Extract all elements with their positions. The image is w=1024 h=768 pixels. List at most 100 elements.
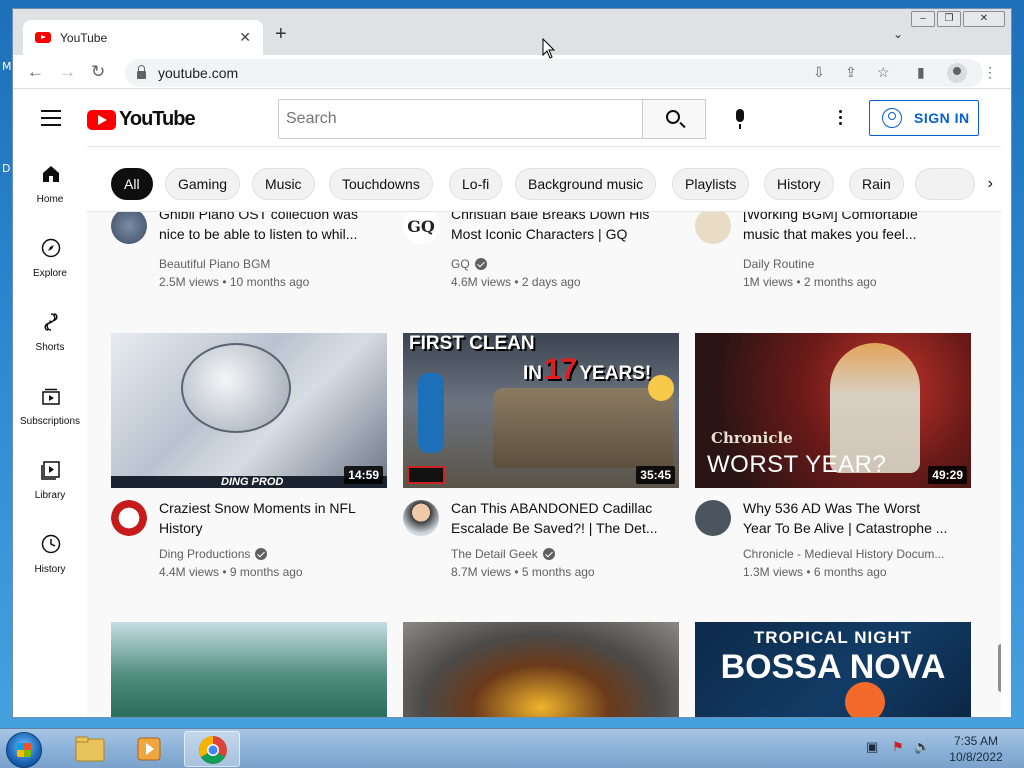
video-card[interactable]: TROPICAL NIGHT BOSSA NOVA bbox=[695, 622, 971, 717]
chip-music[interactable]: Music bbox=[252, 168, 315, 200]
channel-avatar[interactable] bbox=[695, 208, 731, 244]
video-card[interactable] bbox=[111, 622, 387, 717]
chip-rain[interactable]: Rain bbox=[849, 168, 904, 200]
youtube-favicon-icon bbox=[35, 32, 51, 43]
channel-avatar[interactable] bbox=[111, 208, 147, 244]
forward-arrow-icon[interactable]: → bbox=[59, 62, 76, 82]
sidebar-item-home[interactable]: Home bbox=[13, 146, 87, 220]
clock-time: 7:35 AM bbox=[953, 734, 999, 748]
tab-search-icon[interactable]: ⌄ bbox=[893, 27, 903, 41]
channel-name[interactable]: Ding Productions bbox=[159, 547, 268, 561]
helmet-graphic bbox=[181, 343, 291, 433]
chip-playlists[interactable]: Playlists bbox=[672, 168, 750, 200]
video-thumbnail[interactable]: FIRST CLEAN IN 17 YEARS! 35:45 bbox=[403, 333, 679, 488]
sidebar-item-explore[interactable]: Explore bbox=[13, 220, 87, 294]
channel-name[interactable]: Beautiful Piano BGM bbox=[159, 257, 270, 271]
channel-name[interactable]: Chronicle - Medieval History Docum... bbox=[743, 547, 944, 561]
video-card[interactable]: Chronicle WORST YEAR? 49:29 Why 536 AD W… bbox=[695, 333, 971, 593]
system-clock[interactable]: 7:35 AM 10/8/2022 bbox=[938, 733, 1014, 765]
home-icon bbox=[43, 166, 59, 182]
url-text: youtube.com bbox=[158, 65, 239, 81]
channel-avatar[interactable] bbox=[111, 500, 147, 536]
browser-window: YouTube ✕ + ⌄ – ❐ ✕ ← → ↻ youtube.com ⇩ … bbox=[12, 8, 1012, 718]
share-icon[interactable]: ⇪ bbox=[845, 64, 857, 81]
close-tab-icon[interactable]: ✕ bbox=[239, 29, 251, 46]
chevron-right-icon[interactable]: › bbox=[988, 175, 993, 193]
hamburger-menu-icon[interactable] bbox=[41, 110, 61, 131]
start-button[interactable] bbox=[6, 732, 42, 768]
browser-menu-icon[interactable]: ⋮ bbox=[983, 64, 997, 81]
profile-avatar-icon[interactable] bbox=[947, 63, 967, 83]
shocked-emoji-icon bbox=[648, 375, 674, 401]
chip-lofi[interactable]: Lo-fi bbox=[449, 168, 503, 200]
video-feed: Ghibli Piano OST collection was nice to b… bbox=[87, 146, 1001, 717]
video-title[interactable]: Why 536 AD Was The Worst Year To Be Alive… bbox=[743, 498, 963, 538]
search-input[interactable]: Search bbox=[278, 99, 643, 139]
video-thumbnail[interactable]: TROPICAL NIGHT BOSSA NOVA bbox=[695, 622, 971, 717]
taskbar-chrome[interactable] bbox=[184, 731, 240, 767]
volume-icon[interactable]: 🔈 bbox=[914, 739, 930, 755]
channel-name[interactable]: The Detail Geek bbox=[451, 547, 555, 561]
truck-graphic bbox=[493, 388, 673, 468]
video-title[interactable]: Can This ABANDONED Cadillac Escalade Be S… bbox=[451, 498, 671, 538]
sidebar-item-subscriptions[interactable]: Subscriptions bbox=[13, 368, 87, 442]
video-thumbnail[interactable]: Chronicle WORST YEAR? 49:29 bbox=[695, 333, 971, 488]
bookmark-star-icon[interactable]: ☆ bbox=[877, 64, 890, 81]
side-panel-icon[interactable]: ▮ bbox=[917, 64, 925, 81]
channel-avatar[interactable]: GQ bbox=[403, 208, 439, 244]
tab-youtube[interactable]: YouTube ✕ bbox=[23, 20, 263, 55]
search-placeholder: Search bbox=[286, 110, 337, 127]
settings-kebab-icon[interactable] bbox=[839, 110, 843, 128]
youtube-logo[interactable]: YouTube bbox=[87, 108, 196, 131]
sign-in-button[interactable]: SIGN IN bbox=[869, 100, 979, 136]
search-button[interactable] bbox=[642, 99, 706, 139]
video-card[interactable] bbox=[403, 622, 679, 717]
thumbnail-text: WORST YEAR? bbox=[707, 451, 887, 478]
restore-button[interactable]: ❐ bbox=[937, 11, 961, 27]
chip-all[interactable]: All bbox=[111, 168, 153, 200]
action-center-flag-icon[interactable]: ⚑ bbox=[892, 739, 904, 755]
video-card[interactable]: GQ Christian Bale Breaks Down His Most Ic… bbox=[403, 206, 679, 298]
mini-guide: Home Explore Shorts Subscriptions Librar… bbox=[13, 146, 87, 717]
back-arrow-icon[interactable]: ← bbox=[27, 62, 44, 82]
youtube-logo-text: YouTube bbox=[119, 108, 196, 130]
chip-partial[interactable] bbox=[915, 168, 975, 200]
taskbar-media-player[interactable] bbox=[122, 731, 178, 767]
video-meta: 4.4M views • 9 months ago bbox=[159, 565, 303, 579]
chip-background-music[interactable]: Background music bbox=[515, 168, 657, 200]
taskbar-explorer[interactable] bbox=[62, 731, 118, 767]
sidebar-item-shorts[interactable]: Shorts bbox=[13, 294, 87, 368]
channel-name[interactable]: Daily Routine bbox=[743, 257, 814, 271]
video-title[interactable]: Craziest Snow Moments in NFL History bbox=[159, 498, 379, 538]
network-icon[interactable]: ▣ bbox=[866, 739, 878, 755]
chip-history[interactable]: History bbox=[764, 168, 834, 200]
sidebar-item-library[interactable]: Library bbox=[13, 442, 87, 516]
video-thumbnail[interactable] bbox=[403, 622, 679, 717]
video-card[interactable]: [Working BGM] Comfortable music that make… bbox=[695, 206, 971, 298]
masthead: YouTube Search SIGN IN bbox=[13, 90, 1001, 146]
video-card[interactable]: Ghibli Piano OST collection was nice to b… bbox=[111, 206, 387, 298]
voice-search-button[interactable] bbox=[720, 99, 760, 139]
new-tab-button[interactable]: + bbox=[275, 23, 287, 46]
minimize-button[interactable]: – bbox=[911, 11, 935, 27]
thumbnail-caption: DING PROD bbox=[221, 476, 284, 488]
video-thumbnail[interactable] bbox=[111, 622, 387, 717]
sidebar-item-label: Home bbox=[36, 194, 64, 205]
channel-avatar[interactable] bbox=[695, 500, 731, 536]
chip-gaming[interactable]: Gaming bbox=[165, 168, 241, 200]
chip-touchdowns[interactable]: Touchdowns bbox=[329, 168, 433, 200]
video-thumbnail[interactable]: DING PROD 14:59 bbox=[111, 333, 387, 488]
thumbnail-text-line-1: TROPICAL NIGHT bbox=[753, 628, 913, 647]
compass-icon bbox=[41, 238, 61, 258]
account-icon bbox=[882, 108, 902, 128]
clock-date: 10/8/2022 bbox=[949, 750, 1003, 764]
video-card[interactable]: FIRST CLEAN IN 17 YEARS! 35:45 Can This … bbox=[403, 333, 679, 593]
reload-icon[interactable]: ↻ bbox=[91, 62, 105, 82]
video-card[interactable]: DING PROD 14:59 Craziest Snow Moments in… bbox=[111, 333, 387, 593]
install-app-icon[interactable]: ⇩ bbox=[813, 64, 825, 81]
window-close-button[interactable]: ✕ bbox=[963, 11, 1005, 27]
channel-name[interactable]: GQ bbox=[451, 257, 487, 271]
sidebar-item-history[interactable]: History bbox=[13, 516, 87, 590]
channel-avatar[interactable] bbox=[403, 500, 439, 536]
page-scrollbar[interactable] bbox=[998, 644, 1001, 692]
